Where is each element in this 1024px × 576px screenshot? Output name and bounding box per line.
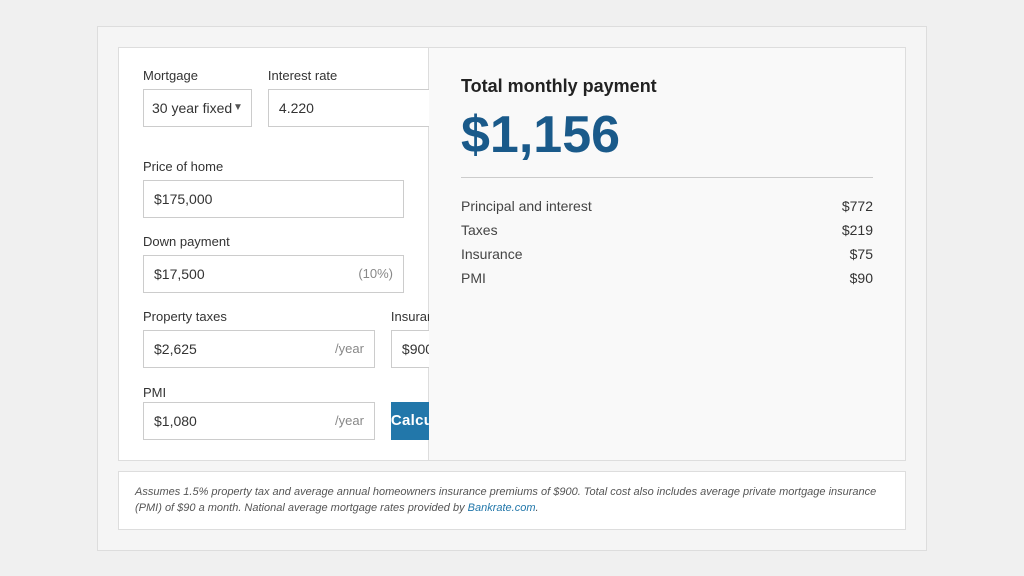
breakdown-row-label: Principal and interest [461, 194, 794, 218]
breakdown-row-value: $219 [794, 218, 873, 242]
taxes-insurance-row: Property taxes /year Insurance /year [143, 309, 404, 368]
pmi-input-wrapper: /year [143, 402, 375, 440]
breakdown-row: Principal and interest$772 [461, 194, 873, 218]
left-panel: Mortgage 30 year fixed 15 year fixed 5/1… [119, 48, 429, 460]
pmi-suffix: /year [335, 413, 364, 428]
mortgage-field-group: Mortgage 30 year fixed 15 year fixed 5/1… [143, 68, 252, 127]
pmi-label-row: PMI [143, 384, 404, 402]
pmi-calculate-row: /year Calculate [143, 402, 404, 440]
down-payment-field-group: Down payment (10%) [143, 234, 404, 293]
down-payment-pct: (10%) [358, 266, 393, 281]
down-payment-input[interactable] [154, 266, 358, 282]
breakdown-row-value: $772 [794, 194, 873, 218]
down-payment-input-wrapper: (10%) [143, 255, 404, 293]
mortgage-select[interactable]: 30 year fixed 15 year fixed 5/1 ARM [152, 100, 233, 116]
price-label: Price of home [143, 159, 404, 174]
divider [461, 177, 873, 178]
footer-link-suffix: . [536, 502, 539, 514]
breakdown-row-value: $75 [794, 242, 873, 266]
pmi-field-group: /year [143, 402, 375, 440]
bankrate-link[interactable]: Bankrate.com [468, 502, 536, 514]
total-label: Total monthly payment [461, 76, 873, 97]
right-panel: Total monthly payment $1,156 Principal a… [429, 48, 905, 460]
breakdown-row-label: Insurance [461, 242, 794, 266]
breakdown-row: Taxes$219 [461, 218, 873, 242]
mortgage-label: Mortgage [143, 68, 252, 83]
price-input[interactable] [154, 191, 393, 207]
property-taxes-field-group: Property taxes /year [143, 309, 375, 368]
mortgage-interest-row: Mortgage 30 year fixed 15 year fixed 5/1… [143, 68, 404, 143]
property-taxes-label: Property taxes [143, 309, 375, 324]
breakdown-row-label: Taxes [461, 218, 794, 242]
mortgage-select-wrapper[interactable]: 30 year fixed 15 year fixed 5/1 ARM ▼ [143, 89, 252, 127]
price-field-group: Price of home [143, 159, 404, 218]
pmi-label: PMI [143, 385, 166, 400]
breakdown-table: Principal and interest$772Taxes$219Insur… [461, 194, 873, 290]
footer-note: Assumes 1.5% property tax and average an… [118, 471, 906, 530]
breakdown-row: Insurance$75 [461, 242, 873, 266]
property-taxes-input-wrapper: /year [143, 330, 375, 368]
down-payment-label: Down payment [143, 234, 404, 249]
price-input-wrapper [143, 180, 404, 218]
chevron-down-icon: ▼ [233, 102, 243, 113]
total-amount: $1,156 [461, 109, 873, 161]
breakdown-row-label: PMI [461, 266, 794, 290]
calculator-wrapper: Mortgage 30 year fixed 15 year fixed 5/1… [118, 47, 906, 461]
property-taxes-input[interactable] [154, 341, 335, 357]
property-taxes-suffix: /year [335, 341, 364, 356]
breakdown-row-value: $90 [794, 266, 873, 290]
pmi-input[interactable] [154, 413, 335, 429]
breakdown-row: PMI$90 [461, 266, 873, 290]
main-container: Mortgage 30 year fixed 15 year fixed 5/1… [97, 26, 927, 551]
